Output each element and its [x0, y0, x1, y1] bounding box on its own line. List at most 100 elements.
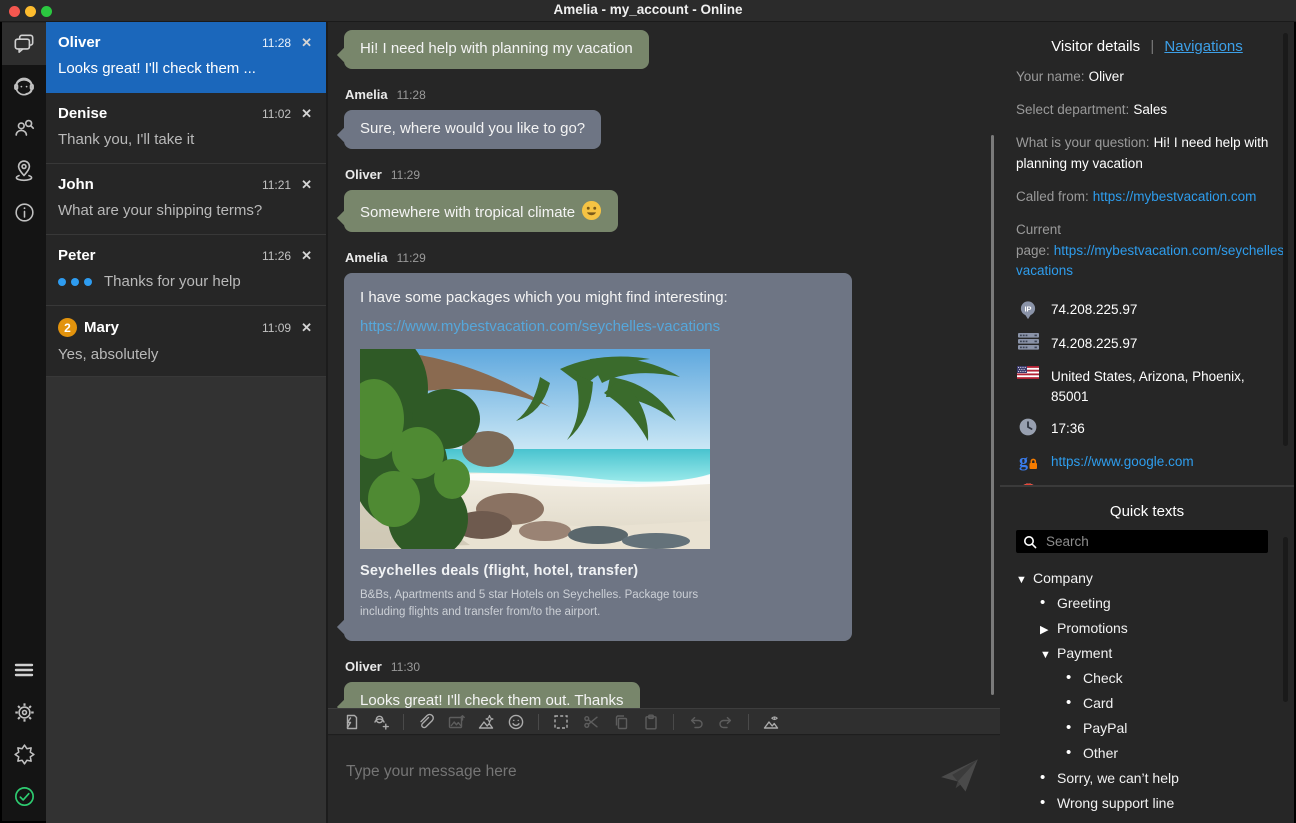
referrer-link[interactable]: https://www.google.com: [1051, 452, 1194, 472]
rail-settings-button[interactable]: [2, 691, 46, 733]
close-chat-icon[interactable]: [301, 248, 312, 263]
screenshot-button[interactable]: [473, 711, 499, 733]
quick-texts-search: [1016, 530, 1268, 553]
smiley-face-icon: [581, 200, 602, 221]
close-chat-icon[interactable]: [301, 320, 312, 335]
rail-online-status-button[interactable]: [2, 775, 46, 817]
field-called-from: Called from:https://mybestvacation.com: [1016, 187, 1278, 208]
message-meta: Oliver 11:30: [345, 659, 978, 674]
rail-whats-new-button[interactable]: [2, 733, 46, 775]
chat-time: 11:09: [262, 321, 301, 335]
server-icon: [1018, 333, 1039, 350]
agent-message-bubble: Sure, where would you like to go?: [344, 110, 601, 149]
us-flag-icon: [1017, 366, 1039, 379]
close-chat-icon[interactable]: [301, 177, 312, 192]
close-chat-icon[interactable]: [301, 35, 312, 50]
quick-texts-section: Quick texts Company Greeting Promotions …: [1000, 489, 1294, 823]
undo-button[interactable]: [683, 711, 709, 733]
messages-scrollbar[interactable]: [991, 135, 994, 695]
quick-text-item-check[interactable]: Check: [1000, 665, 1294, 690]
chat-list-item-john[interactable]: John 11:21 What are your shipping terms?: [46, 164, 326, 235]
quick-texts-search-input[interactable]: [1044, 533, 1261, 550]
rail-geolocation-button[interactable]: [2, 149, 46, 191]
copy-button[interactable]: [608, 711, 634, 733]
tab-navigations[interactable]: Navigations: [1164, 38, 1242, 55]
quick-text-item-sorry[interactable]: Sorry, we can’t help: [1000, 765, 1294, 790]
seychelles-beach-photo[interactable]: [360, 349, 710, 549]
visitor-message-bubble: Hi! I need help with planning my vacatio…: [344, 30, 649, 69]
clock-icon: [1019, 418, 1037, 436]
agent-headset-icon: [11, 73, 37, 99]
upload-image-button[interactable]: [443, 711, 469, 733]
vacation-link[interactable]: https://www.mybestvacation.com/seychelle…: [360, 318, 836, 337]
quick-texts-scrollbar[interactable]: [1283, 537, 1288, 702]
expand-triangle-icon[interactable]: [1040, 620, 1057, 636]
quick-texts-title: Quick texts: [1000, 503, 1294, 520]
bullet-icon: [1040, 769, 1057, 786]
navigation-rail: [2, 23, 46, 821]
info-row-location: United States, Arizona, Phoenix, 85001: [1016, 367, 1278, 406]
collapse-triangle-icon[interactable]: [1040, 645, 1057, 661]
redo-button[interactable]: [713, 711, 739, 733]
close-chat-icon[interactable]: [301, 106, 312, 121]
cut-button[interactable]: [578, 711, 604, 733]
svg-text:IP: IP: [1024, 305, 1031, 314]
attachment-button[interactable]: [413, 711, 439, 733]
visitor-details-scrollbar[interactable]: [1283, 33, 1288, 446]
message-text: Somewhere with tropical climate: [360, 204, 575, 221]
paste-button[interactable]: [638, 711, 664, 733]
rail-menu-button[interactable]: [2, 649, 46, 691]
message-time: 11:28: [397, 88, 426, 102]
agent-card-message: I have some packages which you might fin…: [344, 273, 852, 641]
quick-text-item-card[interactable]: Card: [1000, 690, 1294, 715]
select-area-button[interactable]: [548, 711, 574, 733]
rail-info-button[interactable]: [2, 191, 46, 233]
quick-text-item-paypal[interactable]: PayPal: [1000, 715, 1294, 740]
chat-list-item-mary[interactable]: 2 Mary 11:09 Yes, absolutely: [46, 306, 326, 377]
field-question: What is your question:Hi! I need help wi…: [1016, 133, 1278, 175]
message-text: Looks great! I'll check them out. Thanks: [360, 692, 624, 708]
info-row-time: 17:36: [1016, 419, 1278, 439]
send-button[interactable]: [940, 758, 980, 794]
chat-list-item-peter[interactable]: Peter 11:26 Thanks for your help: [46, 235, 326, 306]
invite-agent-button[interactable]: [368, 711, 394, 733]
quick-text-folder-company[interactable]: Company: [1000, 565, 1294, 590]
quick-text-icon: [342, 713, 360, 731]
chat-name: Oliver: [58, 34, 101, 51]
chat-list-item-denise[interactable]: Denise 11:02 Thank you, I'll take it: [46, 93, 326, 164]
card-description: B&Bs, Apartments and 5 star Hotels on Se…: [360, 587, 705, 622]
quick-text-item-greeting[interactable]: Greeting: [1000, 590, 1294, 615]
message-text: I have some packages which you might fin…: [360, 289, 836, 308]
quick-text-item-wrong-line[interactable]: Wrong support line: [1000, 790, 1294, 815]
chat-list-item-oliver[interactable]: Oliver 11:28 Looks great! I'll check the…: [46, 22, 326, 93]
bullet-icon: [1040, 794, 1057, 811]
info-row-server-ip: 74.208.225.97: [1016, 334, 1278, 354]
rail-agents-button[interactable]: [2, 65, 46, 107]
current-page-link[interactable]: https://mybestvacation.com/seychelles-va…: [1016, 243, 1289, 279]
rail-visitors-button[interactable]: [2, 107, 46, 149]
redo-icon: [717, 713, 735, 731]
chat-time: 11:26: [262, 249, 301, 263]
quick-text-folder-payment[interactable]: Payment: [1000, 640, 1294, 665]
quick-text-folder-promotions[interactable]: Promotions: [1000, 615, 1294, 640]
called-from-link[interactable]: https://mybestvacation.com: [1093, 189, 1257, 204]
preview-image-icon: [762, 713, 780, 731]
message-author: Amelia: [345, 250, 388, 265]
rail-chats-button[interactable]: [2, 23, 46, 65]
bullet-icon: [1066, 669, 1083, 686]
bullet-icon: [1066, 744, 1083, 761]
tab-visitor-details[interactable]: Visitor details: [1051, 38, 1140, 55]
quick-text-button[interactable]: [338, 711, 364, 733]
collapse-triangle-icon[interactable]: [1016, 570, 1033, 586]
quick-text-item-other[interactable]: Other: [1000, 740, 1294, 765]
window-title: Amelia - my_account - Online: [0, 2, 1296, 17]
emoji-button[interactable]: [503, 711, 529, 733]
message-time: 11:29: [391, 168, 420, 182]
preview-image-button[interactable]: [758, 711, 784, 733]
geolocation-icon: [11, 157, 37, 183]
visitor-details-section: Visitor details | Navigations Your name:…: [1000, 22, 1294, 487]
chrome-browser-icon: [1019, 483, 1038, 487]
conversation-pane: Hi! I need help with planning my vacatio…: [326, 22, 1000, 823]
whats-new-icon: [12, 742, 37, 767]
message-input[interactable]: [344, 762, 904, 782]
